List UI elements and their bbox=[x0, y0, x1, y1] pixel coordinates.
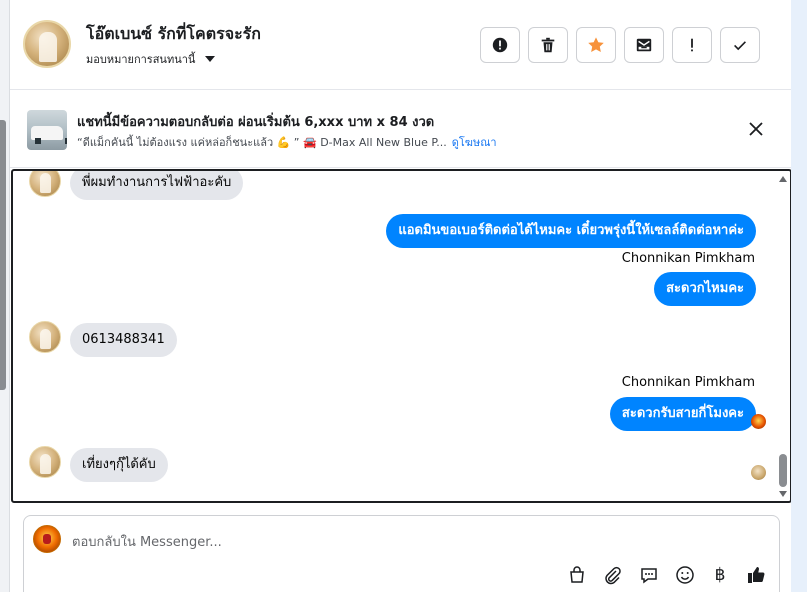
mark-done-button[interactable] bbox=[720, 27, 760, 63]
ad-title: แชทนี้มีข้อความตอบกลับต่อ ผ่อนเริ่มต้น 6… bbox=[77, 115, 435, 130]
sender-name: Chonnikan Pimkham bbox=[621, 375, 755, 390]
contact-avatar[interactable] bbox=[23, 20, 71, 68]
conversation-panel: โอ๊ตเบนซ์ รักที่โคตรจะรัก มอบหมายการสนทน… bbox=[9, 0, 792, 592]
scroll-down-icon[interactable] bbox=[779, 491, 787, 497]
contact-avatar-small bbox=[29, 321, 61, 353]
smiley-icon bbox=[676, 566, 694, 584]
ad-subtitle-text: “ดีแม็กคันนี้ ไม่ต้องแรง แค่หล่อก็ชนะแล้… bbox=[77, 136, 447, 149]
message-incoming[interactable]: เที่ยงๆกุ๊ได้คับ bbox=[70, 448, 168, 482]
reply-input[interactable]: ตอบกลับใน Messenger... bbox=[72, 531, 222, 552]
close-icon[interactable] bbox=[747, 120, 765, 138]
shopping-bag-icon bbox=[570, 566, 584, 583]
contact-avatar-small bbox=[29, 171, 61, 197]
payment-button[interactable]: ฿ bbox=[709, 564, 731, 586]
chat-bubble-icon bbox=[641, 568, 657, 584]
star-icon bbox=[588, 37, 604, 53]
right-edge-fill bbox=[791, 0, 807, 592]
sender-name: Chonnikan Pimkham bbox=[621, 251, 755, 266]
like-button[interactable] bbox=[745, 564, 767, 586]
envelope-icon bbox=[636, 38, 652, 52]
message-outgoing[interactable]: สะดวกไหมคะ bbox=[654, 272, 756, 306]
report-spam-button[interactable] bbox=[480, 27, 520, 63]
chevron-down-icon bbox=[205, 56, 216, 62]
baht-icon: ฿ bbox=[714, 565, 726, 585]
message-outgoing[interactable]: สะดวกรับสายกี่โมงคะ bbox=[609, 397, 756, 431]
reply-composer[interactable]: ตอบกลับใน Messenger... ฿ bbox=[23, 515, 780, 592]
attach-button[interactable] bbox=[601, 564, 623, 586]
star-button[interactable] bbox=[576, 27, 616, 63]
contact-name[interactable]: โอ๊ตเบนซ์ รักที่โคตรจะรัก bbox=[86, 22, 261, 47]
page-avatar bbox=[33, 525, 61, 553]
message-outgoing[interactable]: แอดมินขอเบอร์ติดต่อได้ไหมคะ เดี๋ยวพรุ่งน… bbox=[386, 214, 756, 248]
check-icon bbox=[734, 41, 746, 51]
conversation-header: โอ๊ตเบนซ์ รักที่โคตรจะรัก มอบหมายการสนทน… bbox=[10, 0, 792, 90]
message-incoming[interactable]: 0613488341 bbox=[70, 323, 177, 357]
contact-avatar-small bbox=[29, 446, 61, 478]
paperclip-icon bbox=[605, 566, 621, 585]
emoji-button[interactable] bbox=[674, 564, 696, 586]
saved-replies-button[interactable] bbox=[638, 564, 660, 586]
ad-reply-banner: แชทนี้มีข้อความตอบกลับต่อ ผ่อนเริ่มต้น 6… bbox=[10, 91, 792, 168]
seen-avatar bbox=[751, 465, 766, 480]
exclamation-circle-icon bbox=[492, 37, 508, 53]
assign-label: มอบหมายการสนทนานี้ bbox=[86, 53, 196, 66]
ad-subtitle: “ดีแม็กคันนี้ ไม่ต้องแรง แค่หล่อก็ชนะแล้… bbox=[77, 133, 497, 151]
thumbs-up-icon bbox=[748, 567, 765, 583]
message-thread[interactable]: พี่ผมทำงานการไฟฟ้าอะคับ แอดมินขอเบอร์ติด… bbox=[11, 169, 792, 503]
trash-icon bbox=[541, 37, 555, 53]
message-incoming[interactable]: พี่ผมทำงานการไฟฟ้าอะคับ bbox=[70, 171, 244, 200]
ad-thumbnail[interactable] bbox=[27, 110, 67, 150]
scroll-up-icon[interactable] bbox=[779, 176, 787, 182]
delete-button[interactable] bbox=[528, 27, 568, 63]
thread-scrollbar[interactable] bbox=[778, 173, 788, 499]
exclamation-icon bbox=[691, 38, 693, 52]
shop-bag-button[interactable] bbox=[566, 564, 588, 586]
mark-follow-up-button[interactable] bbox=[672, 27, 712, 63]
view-ad-link[interactable]: ดูโฆษณา bbox=[452, 133, 497, 151]
scroll-thumb[interactable] bbox=[779, 454, 787, 487]
assign-conversation-dropdown[interactable]: มอบหมายการสนทนานี้ bbox=[86, 50, 216, 68]
left-edge bbox=[0, 0, 9, 592]
left-scrollbar[interactable] bbox=[0, 120, 6, 390]
seen-avatar bbox=[751, 414, 766, 429]
mark-unread-button[interactable] bbox=[624, 27, 664, 63]
right-edge bbox=[791, 0, 807, 592]
